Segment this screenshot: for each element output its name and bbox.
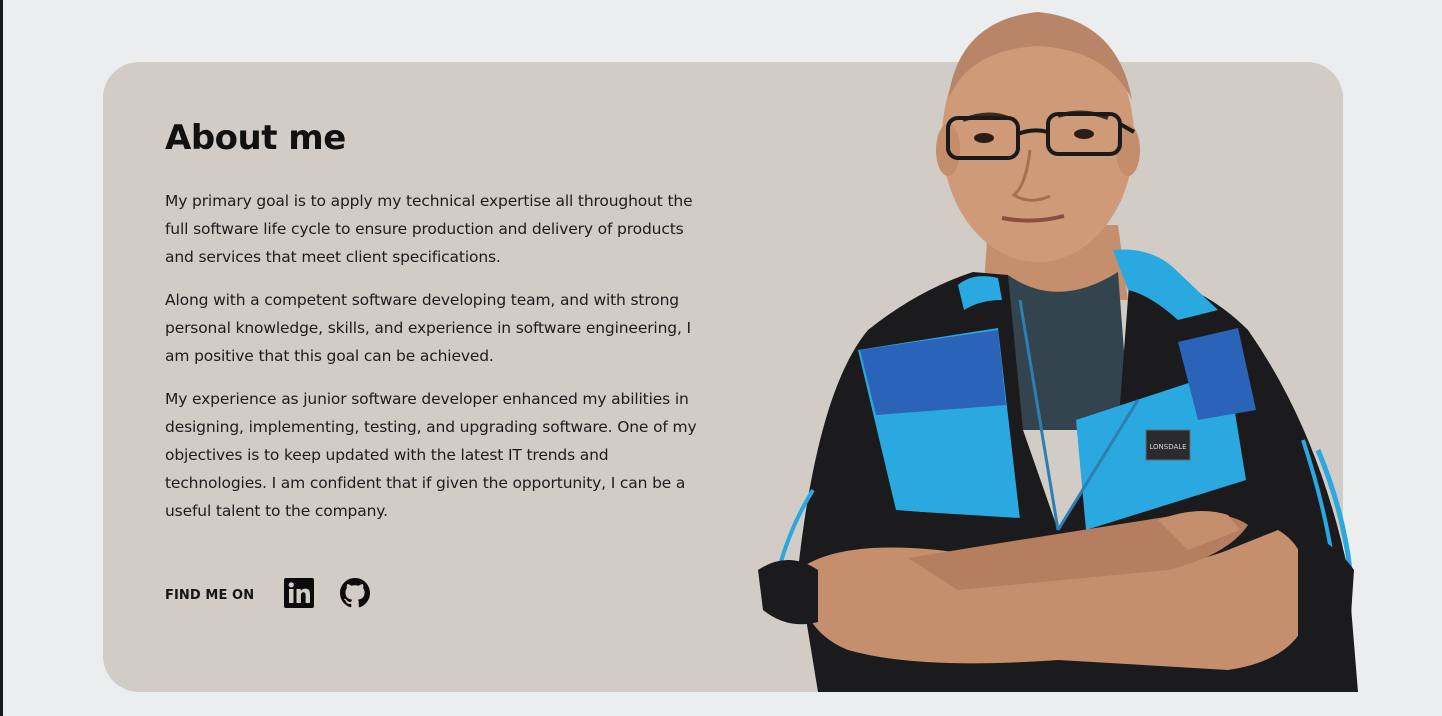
about-title: About me [165, 118, 346, 158]
github-link[interactable] [340, 578, 371, 612]
about-text-column: About me My primary goal is to apply my … [165, 118, 710, 540]
about-paragraph-2: Along with a competent software developi… [165, 290, 691, 365]
portrait-image: LONSDALE [758, 12, 1358, 692]
social-links: FIND ME ON [165, 578, 396, 612]
jacket-badge-text: LONSDALE [1149, 443, 1186, 451]
about-paragraph-1: My primary goal is to apply my technical… [165, 191, 693, 266]
find-me-label: FIND ME ON [165, 587, 255, 603]
page: About me My primary goal is to apply my … [0, 0, 1442, 716]
linkedin-icon [284, 578, 315, 612]
github-icon [340, 578, 371, 612]
window-edge [0, 0, 3, 716]
about-paragraph-3: My experience as junior software develop… [165, 389, 697, 520]
linkedin-link[interactable] [284, 578, 315, 612]
